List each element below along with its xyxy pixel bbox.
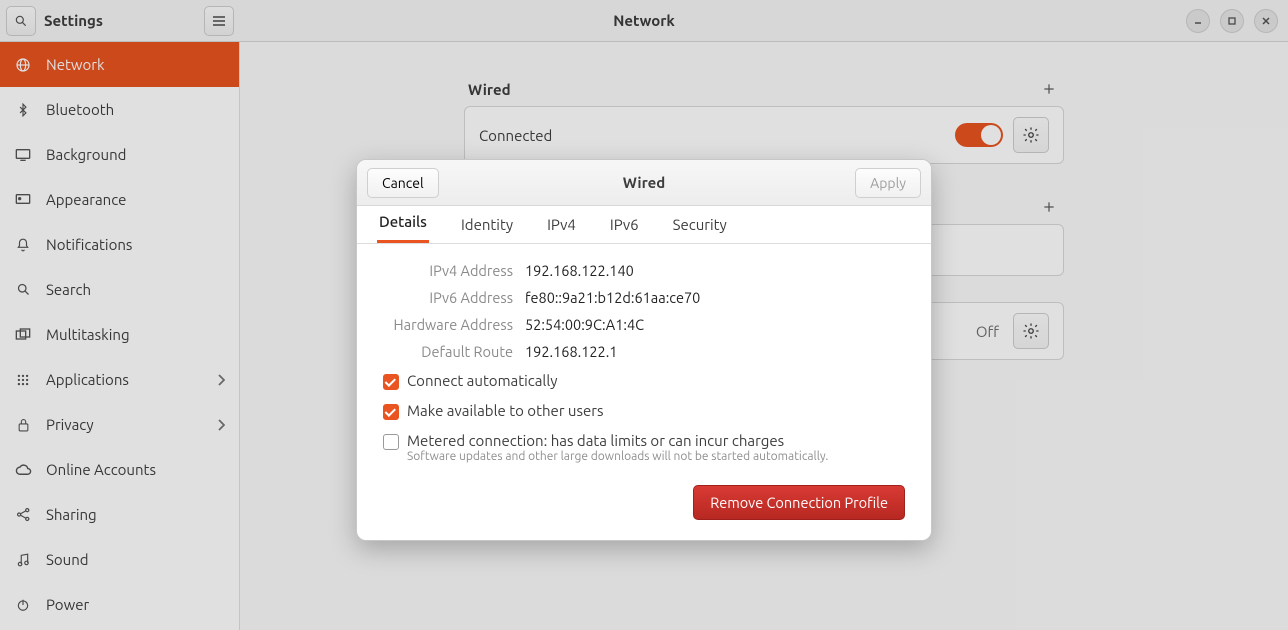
remove-connection-button[interactable]: Remove Connection Profile (693, 485, 905, 520)
kv-ipv4: IPv4 Address 192.168.122.140 (383, 262, 905, 279)
tab-security[interactable]: Security (671, 208, 729, 243)
metered-connection-sublabel: Software updates and other large downloa… (407, 450, 828, 463)
available-to-others-checkbox[interactable] (383, 404, 399, 420)
connect-automatically-label: Connect automatically (407, 372, 558, 389)
route-value: 192.168.122.1 (525, 343, 617, 360)
apply-button[interactable]: Apply (855, 168, 921, 198)
dialog-title: Wired (357, 174, 931, 191)
dialog-body: IPv4 Address 192.168.122.140 IPv6 Address… (357, 244, 931, 540)
tab-ipv4[interactable]: IPv4 (545, 208, 578, 243)
kv-hardware: Hardware Address 52:54:00:9C:A1:4C (383, 316, 905, 333)
ipv6-label: IPv6 Address (383, 289, 513, 306)
ipv6-value: fe80::9a21:b12d:61aa:ce70 (525, 289, 700, 306)
ipv4-label: IPv4 Address (383, 262, 513, 279)
kv-route: Default Route 192.168.122.1 (383, 343, 905, 360)
hw-value: 52:54:00:9C:A1:4C (525, 316, 644, 333)
cancel-button[interactable]: Cancel (367, 168, 439, 198)
tab-identity[interactable]: Identity (459, 208, 515, 243)
connect-automatically-checkbox[interactable] (383, 374, 399, 390)
dialog-tabs: Details Identity IPv4 IPv6 Security (357, 206, 931, 244)
connection-dialog: Cancel Wired Apply Details Identity IPv4… (356, 159, 932, 541)
hw-label: Hardware Address (383, 316, 513, 333)
tab-ipv6[interactable]: IPv6 (608, 208, 641, 243)
metered-connection-checkbox[interactable] (383, 434, 399, 450)
metered-connection-label: Metered connection: has data limits or c… (407, 432, 828, 449)
route-label: Default Route (383, 343, 513, 360)
dialog-header: Cancel Wired Apply (357, 160, 931, 206)
check-auto-row: Connect automatically (383, 372, 905, 390)
available-to-others-label: Make available to other users (407, 402, 604, 419)
tab-details[interactable]: Details (377, 205, 429, 243)
check-metered-row: Metered connection: has data limits or c… (383, 432, 905, 463)
ipv4-value: 192.168.122.140 (525, 262, 634, 279)
check-share-row: Make available to other users (383, 402, 905, 420)
kv-ipv6: IPv6 Address fe80::9a21:b12d:61aa:ce70 (383, 289, 905, 306)
